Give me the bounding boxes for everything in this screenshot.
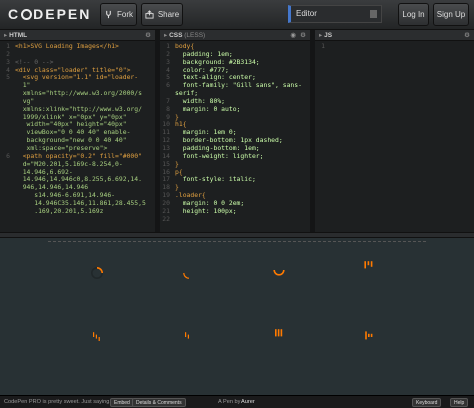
line-number	[0, 121, 10, 129]
js-pane-header: ▸ JS ⚙	[315, 30, 474, 41]
loader-bars-5	[365, 331, 373, 340]
css-pane-title: CSS	[169, 32, 183, 39]
details-comments-button[interactable]: Details & Comments	[132, 398, 186, 407]
html-code-line	[15, 216, 153, 224]
css-code-line	[175, 216, 308, 224]
css-pane-header: ▸ CSS (LESS) ◉ ⚙	[160, 30, 310, 41]
codepen-logo[interactable]: C DEPEN	[8, 6, 91, 22]
loader-spinner-2	[183, 272, 190, 279]
html-code-line: <h1>SVG Loading Images</h1>	[15, 42, 119, 50]
author-link[interactable]: Aurer	[241, 396, 255, 408]
line-number: 5	[6, 73, 10, 82]
js-pane-title: JS	[324, 32, 333, 39]
loader-bars-2	[93, 332, 100, 341]
top-bar: C DEPEN Fork Share Editor Log In Sign Up	[0, 0, 474, 30]
css-code-lines[interactable]: body{ padding: 1em; background: #2B3134;…	[175, 42, 308, 224]
codepen-window: C DEPEN Fork Share Editor Log In Sign Up …	[0, 0, 474, 408]
css-code-line: height: 100px;	[175, 206, 237, 215]
line-number	[0, 137, 10, 145]
line-number: 22	[162, 214, 170, 223]
line-number	[0, 114, 10, 122]
line-number: 6	[6, 151, 10, 160]
html-gutter: 123456	[0, 41, 12, 232]
line-number	[0, 184, 10, 192]
html-code-line: xmlns="http://www.w3.org/2000/s	[15, 89, 142, 98]
html-code-editor[interactable]: 123456 <h1>SVG Loading Images</h1> <!-- 0…	[0, 41, 155, 232]
html-pane-header: ▸ HTML ⚙	[0, 30, 155, 41]
signup-label: Sign Up	[436, 10, 466, 19]
line-number	[0, 161, 10, 169]
html-code-lines[interactable]: <h1>SVG Loading Images</h1> <!-- 0 --> <di…	[15, 42, 153, 224]
loader-bars-3	[185, 332, 189, 339]
line-number	[0, 98, 10, 106]
pen-by-label: A Pen by	[218, 399, 241, 405]
fork-button[interactable]: Fork	[100, 3, 137, 26]
js-gutter: 1	[315, 41, 327, 232]
line-number: 6	[166, 81, 170, 90]
share-button[interactable]: Share	[141, 3, 183, 26]
help-button[interactable]: Help	[450, 398, 469, 407]
html-pane[interactable]: ▸ HTML ⚙ 123456 <h1>SVG Loading Images</…	[0, 30, 155, 232]
line-number	[0, 169, 10, 177]
login-label: Log In	[402, 10, 425, 19]
css-code-line: }	[175, 112, 179, 121]
heading-underline	[48, 241, 426, 242]
gear-icon[interactable]: ⚙	[145, 30, 151, 41]
loader-bars-1	[364, 261, 373, 269]
line-number	[0, 106, 10, 114]
line-number	[0, 216, 10, 224]
result-preview[interactable]	[0, 238, 474, 395]
css-code-line: font-style: italic;	[175, 175, 256, 184]
css-code-line: }	[175, 159, 179, 168]
view-select-value: Editor	[296, 9, 317, 18]
html-pane-title: HTML	[9, 32, 28, 39]
fork-icon	[106, 10, 111, 19]
js-pane[interactable]: ▸ JS ⚙ 1	[315, 30, 474, 232]
html-code-line: .169,20.201,5.169z	[15, 206, 104, 215]
loader-spinner-1	[91, 267, 103, 279]
keyboard-button[interactable]: Keyboard	[412, 398, 442, 407]
footer-bar: CodePen PRO is pretty sweet. Just saying…	[0, 395, 474, 408]
css-gutter: 1 2 3 4 5 6 7 8 9 10 11 12 13 14 15 16 17 18 19 20 21 22	[160, 41, 172, 232]
select-arrow-icon	[370, 10, 377, 18]
loader-spinner-3	[273, 269, 285, 276]
view-select[interactable]: Editor	[288, 5, 382, 23]
signup-button[interactable]: Sign Up	[433, 3, 469, 26]
line-number	[0, 200, 10, 208]
login-button[interactable]: Log In	[398, 3, 429, 26]
css-code-editor[interactable]: 1 2 3 4 5 6 7 8 9 10 11 12 13 14 15 16 17 18 19 20 21 22 body…	[160, 41, 310, 232]
fork-label: Fork	[117, 10, 133, 19]
gear-icon[interactable]: ⚙	[464, 30, 470, 41]
share-icon	[145, 10, 154, 19]
line-number: 1	[321, 42, 325, 50]
css-code-line: margin: 0 auto;	[175, 104, 241, 113]
line-number	[0, 176, 10, 184]
css-pane[interactable]: ▸ CSS (LESS) ◉ ⚙ 1 2 3 4 5 6 7 8 9 10 11 12 13 14 15 16…	[160, 30, 310, 232]
line-number	[0, 90, 10, 98]
embed-button[interactable]: Embed	[110, 398, 134, 407]
line-number	[0, 208, 10, 216]
line-number	[0, 129, 10, 137]
eye-icon[interactable]: ◉	[290, 30, 296, 41]
js-code-editor[interactable]: 1	[315, 41, 474, 232]
css-preprocessor-label: (LESS)	[184, 32, 206, 39]
gear-icon[interactable]: ⚙	[300, 30, 306, 41]
line-number	[0, 192, 10, 200]
html-code-line: <svg version="1.1" id="loader-	[15, 73, 139, 82]
loader-bars-4	[275, 329, 283, 337]
editor-panes: ▸ HTML ⚙ 123456 <h1>SVG Loading Images</…	[0, 30, 474, 232]
css-code-line: font-weight: lighter;	[175, 151, 264, 160]
share-label: Share	[157, 10, 180, 19]
line-number	[0, 82, 10, 90]
pro-promo-text[interactable]: CodePen PRO is pretty sweet. Just saying…	[4, 396, 111, 408]
